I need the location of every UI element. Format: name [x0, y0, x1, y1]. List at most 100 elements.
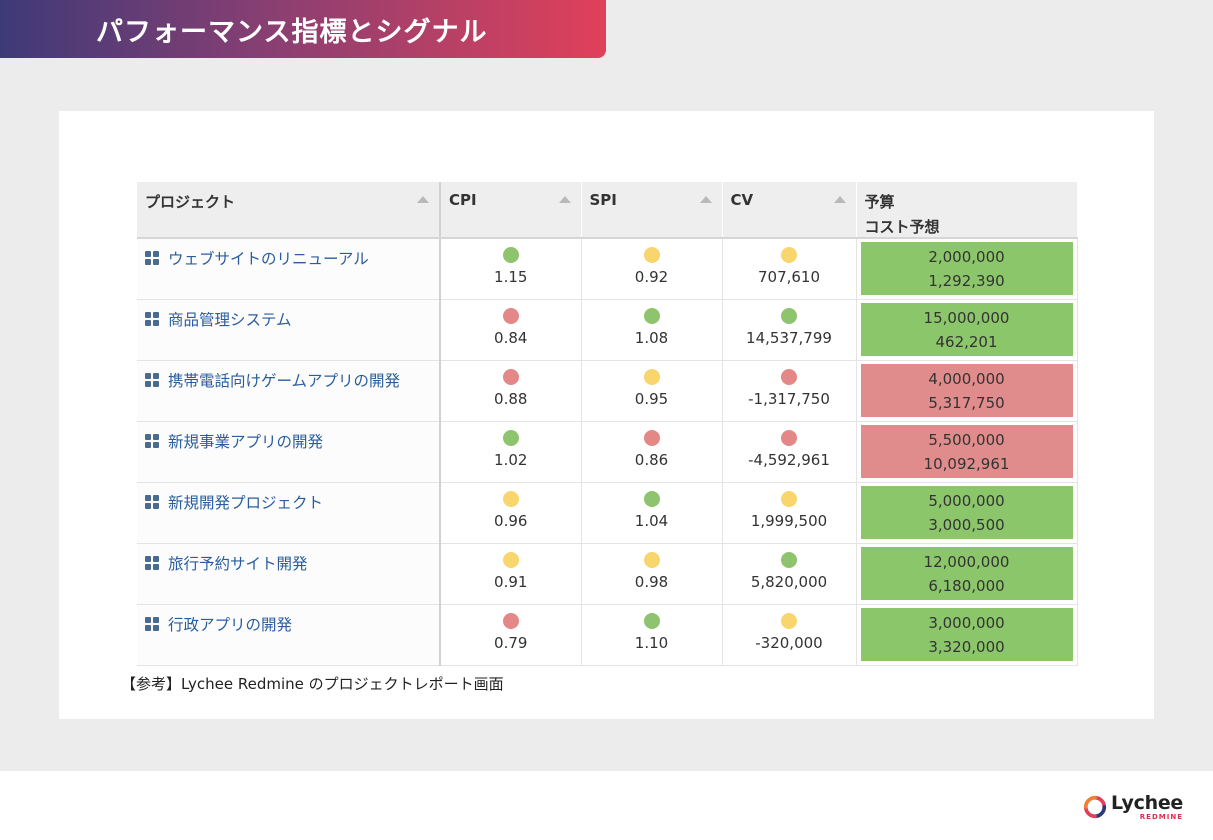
- budget-cell: 5,000,000 3,000,500: [856, 482, 1078, 544]
- project-link[interactable]: 新規開発プロジェクト: [145, 491, 439, 513]
- spi-status-dot: [643, 491, 660, 507]
- cpi-status-dot: [502, 247, 519, 263]
- budget-value: 4,000,000: [928, 370, 1005, 388]
- budget-cell: 5,500,000 10,092,961: [856, 421, 1078, 483]
- cpi-value: 0.96: [494, 512, 528, 530]
- project-link[interactable]: 携帯電話向けゲームアプリの開発: [145, 369, 439, 391]
- cost-forecast-value: 5,317,750: [928, 394, 1005, 412]
- budget-cell: 15,000,000 462,201: [856, 299, 1078, 361]
- sort-ascending-icon[interactable]: [558, 196, 571, 203]
- project-link[interactable]: 新規事業アプリの開発: [145, 430, 439, 452]
- project-link[interactable]: ウェブサイトのリニューアル: [145, 247, 439, 269]
- reference-caption: 【参考】Lychee Redmine のプロジェクトレポート画面: [121, 675, 504, 693]
- cv-value: 707,610: [757, 268, 821, 286]
- cv-status-dot: [781, 430, 797, 446]
- budget-status-box: 3,000,000 3,320,000: [860, 608, 1073, 661]
- table-row: ウェブサイトのリニューアル 1.15 0.92 707,610 2,000,000 1,2…: [137, 238, 1078, 300]
- cpi-value: 1.02: [494, 451, 528, 469]
- spi-value: 1.10: [634, 634, 669, 652]
- project-link[interactable]: 商品管理システム: [145, 308, 439, 330]
- spi-status-dot: [643, 308, 660, 324]
- sort-ascending-icon[interactable]: [699, 196, 712, 203]
- project-icon: [145, 617, 159, 631]
- project-cell: 旅行予約サイト開発: [137, 543, 441, 605]
- column-header-label-forecast: コスト予想: [864, 218, 940, 236]
- spi-value: 0.98: [634, 573, 669, 591]
- column-header-label: プロジェクト: [145, 193, 236, 211]
- sort-ascending-icon[interactable]: [417, 196, 429, 203]
- budget-status-box: 5,500,000 10,092,961: [860, 425, 1073, 478]
- budget-status-box: 2,000,000 1,292,390: [860, 242, 1073, 295]
- spi-status-dot: [643, 552, 660, 568]
- spi-cell: 0.86: [581, 421, 723, 483]
- table-row: 行政アプリの開発 0.79 1.10 -320,000 3,000,000 3,320,0…: [137, 604, 1078, 666]
- cpi-status-dot: [502, 552, 519, 568]
- cpi-status-dot: [502, 491, 519, 507]
- cv-cell: -4,592,961: [722, 421, 857, 483]
- column-header-label: CPI: [449, 191, 477, 209]
- cpi-status-dot: [502, 430, 519, 446]
- project-cell: 携帯電話向けゲームアプリの開発: [137, 360, 441, 422]
- cost-forecast-value: 3,000,500: [928, 516, 1005, 534]
- project-cell: 商品管理システム: [137, 299, 441, 361]
- cv-status-dot: [781, 308, 797, 324]
- project-name[interactable]: ウェブサイトのリニューアル: [168, 247, 369, 269]
- cpi-value: 0.84: [494, 329, 528, 347]
- cv-status-dot: [781, 552, 797, 568]
- project-link[interactable]: 行政アプリの開発: [145, 613, 439, 635]
- cpi-value: 0.79: [494, 634, 528, 652]
- budget-cell: 12,000,000 6,180,000: [856, 543, 1078, 605]
- cv-cell: -1,317,750: [722, 360, 857, 422]
- cpi-cell: 1.02: [440, 421, 582, 483]
- project-cell: 新規事業アプリの開発: [137, 421, 441, 483]
- cost-forecast-value: 462,201: [935, 333, 998, 351]
- cv-status-dot: [781, 491, 797, 507]
- budget-value: 5,500,000: [928, 431, 1005, 449]
- cv-status-dot: [781, 369, 797, 385]
- budget-value: 3,000,000: [928, 614, 1005, 632]
- page-title: パフォーマンス指標とシグナル: [96, 16, 488, 48]
- cv-value: -320,000: [755, 634, 823, 652]
- project-link[interactable]: 旅行予約サイト開発: [145, 552, 439, 574]
- project-cell: ウェブサイトのリニューアル: [137, 238, 441, 300]
- table-row: 新規事業アプリの開発 1.02 0.86 -4,592,961 5,500,000 10,…: [137, 421, 1078, 483]
- lychee-logo: Lychee REDMINE: [1083, 792, 1183, 822]
- cv-cell: -320,000: [722, 604, 857, 666]
- project-name[interactable]: 携帯電話向けゲームアプリの開発: [168, 369, 400, 391]
- cv-value: 14,537,799: [746, 329, 832, 347]
- cv-cell: 14,537,799: [722, 299, 857, 361]
- project-report-table: プロジェクト CPI SPI CV 予算 コスト予想 ウェブサイトのリニューアル…: [137, 182, 1078, 666]
- column-header-budget[interactable]: 予算 コスト予想: [856, 182, 1078, 239]
- column-header-cpi[interactable]: CPI: [440, 182, 582, 239]
- spi-cell: 1.10: [581, 604, 723, 666]
- cost-forecast-value: 3,320,000: [928, 638, 1005, 656]
- cpi-status-dot: [502, 308, 519, 324]
- project-icon: [145, 312, 159, 326]
- cpi-cell: 0.96: [440, 482, 582, 544]
- project-name[interactable]: 行政アプリの開発: [168, 613, 292, 635]
- column-header-cv[interactable]: CV: [722, 182, 857, 239]
- sort-ascending-icon[interactable]: [833, 196, 846, 203]
- project-icon: [145, 373, 159, 387]
- cpi-cell: 0.91: [440, 543, 582, 605]
- budget-status-box: 15,000,000 462,201: [860, 303, 1073, 356]
- cv-value: 1,999,500: [750, 512, 828, 530]
- cv-status-dot: [781, 247, 797, 263]
- spi-value: 0.86: [634, 451, 669, 469]
- cost-forecast-value: 6,180,000: [928, 577, 1005, 595]
- column-header-spi[interactable]: SPI: [581, 182, 723, 239]
- column-header-label: SPI: [589, 191, 617, 209]
- project-name[interactable]: 新規開発プロジェクト: [168, 491, 323, 513]
- budget-value: 5,000,000: [928, 492, 1005, 510]
- project-name[interactable]: 旅行予約サイト開発: [168, 552, 308, 574]
- cost-forecast-value: 1,292,390: [928, 272, 1005, 290]
- spi-status-dot: [643, 247, 660, 263]
- project-name[interactable]: 商品管理システム: [168, 308, 292, 330]
- project-name[interactable]: 新規事業アプリの開発: [168, 430, 323, 452]
- column-header-label: 予算: [864, 193, 895, 211]
- spi-cell: 1.08: [581, 299, 723, 361]
- budget-cell: 3,000,000 3,320,000: [856, 604, 1078, 666]
- column-header-project[interactable]: プロジェクト: [137, 182, 441, 239]
- project-icon: [145, 251, 159, 265]
- project-cell: 新規開発プロジェクト: [137, 482, 441, 544]
